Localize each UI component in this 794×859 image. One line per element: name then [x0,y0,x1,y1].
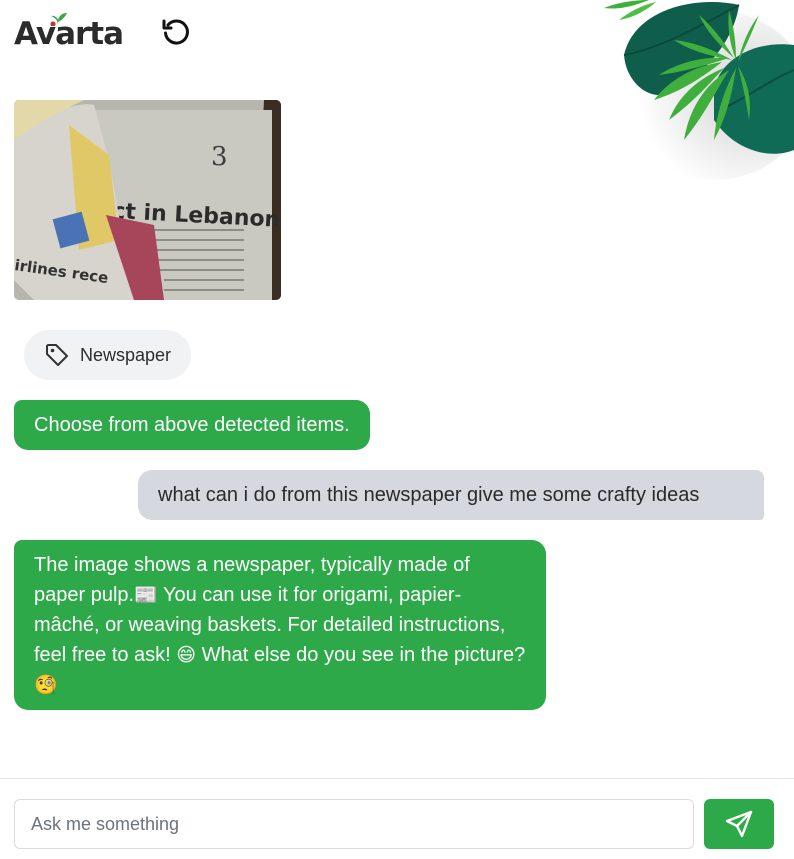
bot-message: The image shows a newspaper, typically m… [14,540,546,710]
send-icon [725,810,753,838]
detected-item-chip[interactable]: Newspaper [24,330,192,380]
reset-icon [162,19,189,45]
newspaper-emoji-icon: 📰 [134,584,158,606]
reset-button[interactable] [160,16,192,48]
composer-divider [0,778,794,779]
grinning-emoji-icon: 😄 [176,644,197,666]
monocle-emoji-icon: 🧐 [34,674,58,696]
sprout-icon [50,13,67,26]
brand-logo: Avarta [14,12,124,52]
message-input[interactable] [14,799,694,849]
composer [14,799,774,849]
bot-message: Choose from above detected items. [14,400,370,450]
send-button[interactable] [704,799,774,849]
uploaded-image[interactable]: 3 ct in Lebanon irlines rece [14,100,281,300]
photo-page-number: 3 [211,142,228,172]
user-message: what can i do from this newspaper give m… [138,470,764,520]
newspaper-photo: 3 ct in Lebanon irlines rece [14,100,281,300]
message-text: What else do you see in the picture? [196,644,526,666]
detected-item-label: Newspaper [80,344,172,365]
tag-icon [46,344,68,366]
tropical-leaves-decoration [604,0,794,180]
